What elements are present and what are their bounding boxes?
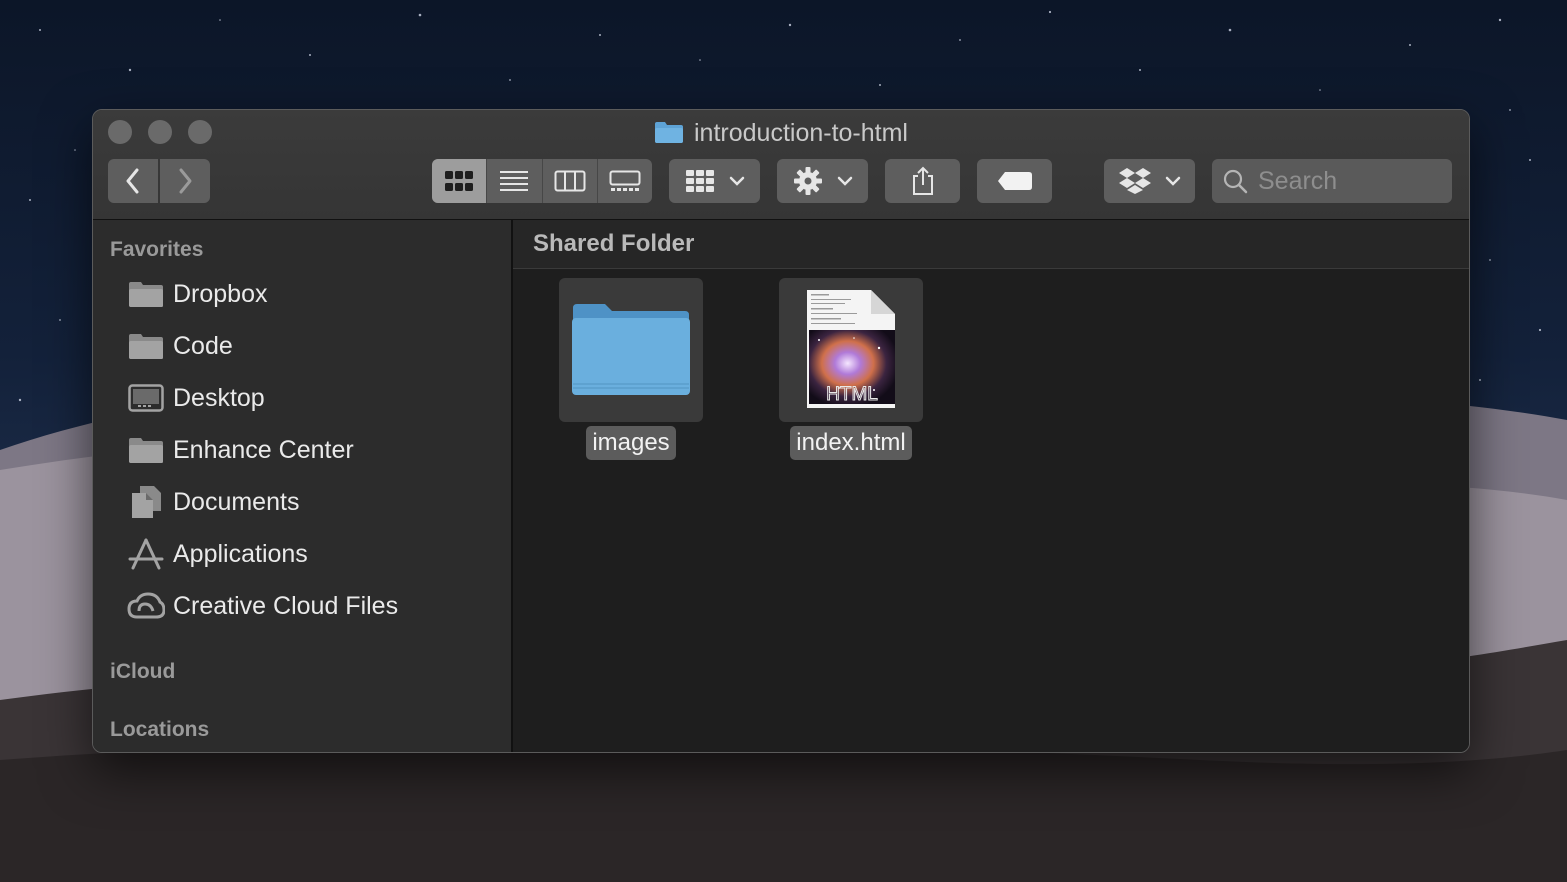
- locations-heading[interactable]: Locations: [110, 718, 209, 742]
- file-name: index.html: [790, 426, 912, 460]
- sidebar-item-label: Enhance Center: [173, 435, 354, 464]
- finder-window: introduction-to-html Search Favorites Dr…: [92, 109, 1470, 753]
- sidebar-item-label: Documents: [173, 487, 300, 516]
- sidebar-item-creative-cloud-files[interactable]: Creative Cloud Files: [127, 586, 497, 626]
- file-label-wrap: images: [546, 426, 716, 460]
- group-by-button[interactable]: [669, 159, 760, 203]
- chevron-down-icon: [1165, 176, 1180, 186]
- list-icon: [500, 171, 529, 191]
- search-icon: [1223, 169, 1248, 194]
- tag-icon: [997, 172, 1032, 190]
- gear-icon: [793, 167, 822, 195]
- sidebar-item-label: Creative Cloud Files: [173, 591, 399, 620]
- sidebar-item-label: Code: [173, 331, 233, 360]
- file-label-wrap: index.html: [766, 426, 936, 460]
- search-field: [1212, 159, 1452, 203]
- folder-icon: [127, 329, 165, 363]
- dropbox-menu-button[interactable]: [1104, 159, 1195, 203]
- desktop-icon: [127, 381, 165, 415]
- file-item-images[interactable]: images: [546, 278, 716, 468]
- current-folder-name: Shared Folder: [533, 230, 695, 257]
- grid-icon: [445, 171, 474, 191]
- tags-button[interactable]: [977, 159, 1052, 203]
- file-name: images: [586, 426, 676, 460]
- window-title-text: introduction-to-html: [694, 119, 908, 147]
- gallery-icon: [609, 170, 641, 191]
- share-button[interactable]: [885, 159, 960, 203]
- file-item-index-html[interactable]: HTML index.html: [766, 278, 936, 468]
- folder-icon: [572, 304, 690, 395]
- forward-button[interactable]: [160, 159, 210, 203]
- titlebar: introduction-to-html: [93, 110, 1469, 220]
- html-document-icon: HTML: [807, 290, 895, 408]
- sidebar: Favorites Dropbox Code Desktop Enhance C…: [93, 220, 513, 752]
- applications-icon: [127, 537, 165, 571]
- sidebar-item-applications[interactable]: Applications: [127, 534, 497, 574]
- svg-text:HTML: HTML: [826, 384, 878, 405]
- list-view-button[interactable]: [487, 159, 543, 203]
- column-view-button[interactable]: [543, 159, 598, 203]
- window-title: introduction-to-html: [93, 118, 1469, 148]
- sidebar-item-code[interactable]: Code: [127, 326, 497, 366]
- file-thumbnail: [559, 278, 703, 422]
- favorites-heading: Favorites: [110, 238, 204, 261]
- icon-view-button[interactable]: [432, 159, 488, 203]
- folder-icon: [655, 122, 683, 143]
- icloud-heading[interactable]: iCloud: [110, 660, 175, 684]
- chevron-down-icon: [837, 176, 852, 186]
- gallery-view-button[interactable]: [598, 159, 652, 203]
- sidebar-item-documents[interactable]: Documents: [127, 482, 497, 522]
- chevron-left-icon: [126, 168, 139, 194]
- dropbox-icon: [1118, 168, 1151, 194]
- back-button[interactable]: [108, 159, 158, 203]
- view-mode-control: [432, 159, 652, 203]
- columns-icon: [554, 170, 586, 192]
- folder-icon: [127, 433, 165, 467]
- sidebar-item-dropbox[interactable]: Dropbox: [127, 274, 497, 314]
- folder-icon: [127, 277, 165, 311]
- file-browser: Shared Folder images HTML index.html: [513, 220, 1469, 752]
- file-thumbnail: HTML: [779, 278, 923, 422]
- sidebar-item-label: Dropbox: [173, 279, 268, 308]
- search-input[interactable]: [1256, 165, 1440, 197]
- sidebar-item-enhance-center[interactable]: Enhance Center: [127, 430, 497, 470]
- share-icon: [912, 166, 933, 195]
- grid-icon: [685, 170, 714, 192]
- sidebar-item-label: Applications: [173, 539, 308, 568]
- documents-icon: [127, 485, 165, 519]
- action-menu-button[interactable]: [777, 159, 868, 203]
- sidebar-item-desktop[interactable]: Desktop: [127, 378, 497, 418]
- creative-cloud-icon: [127, 589, 165, 623]
- chevron-down-icon: [729, 176, 744, 186]
- path-header: Shared Folder: [513, 220, 1469, 269]
- chevron-right-icon: [179, 168, 192, 194]
- sidebar-item-label: Desktop: [173, 383, 265, 412]
